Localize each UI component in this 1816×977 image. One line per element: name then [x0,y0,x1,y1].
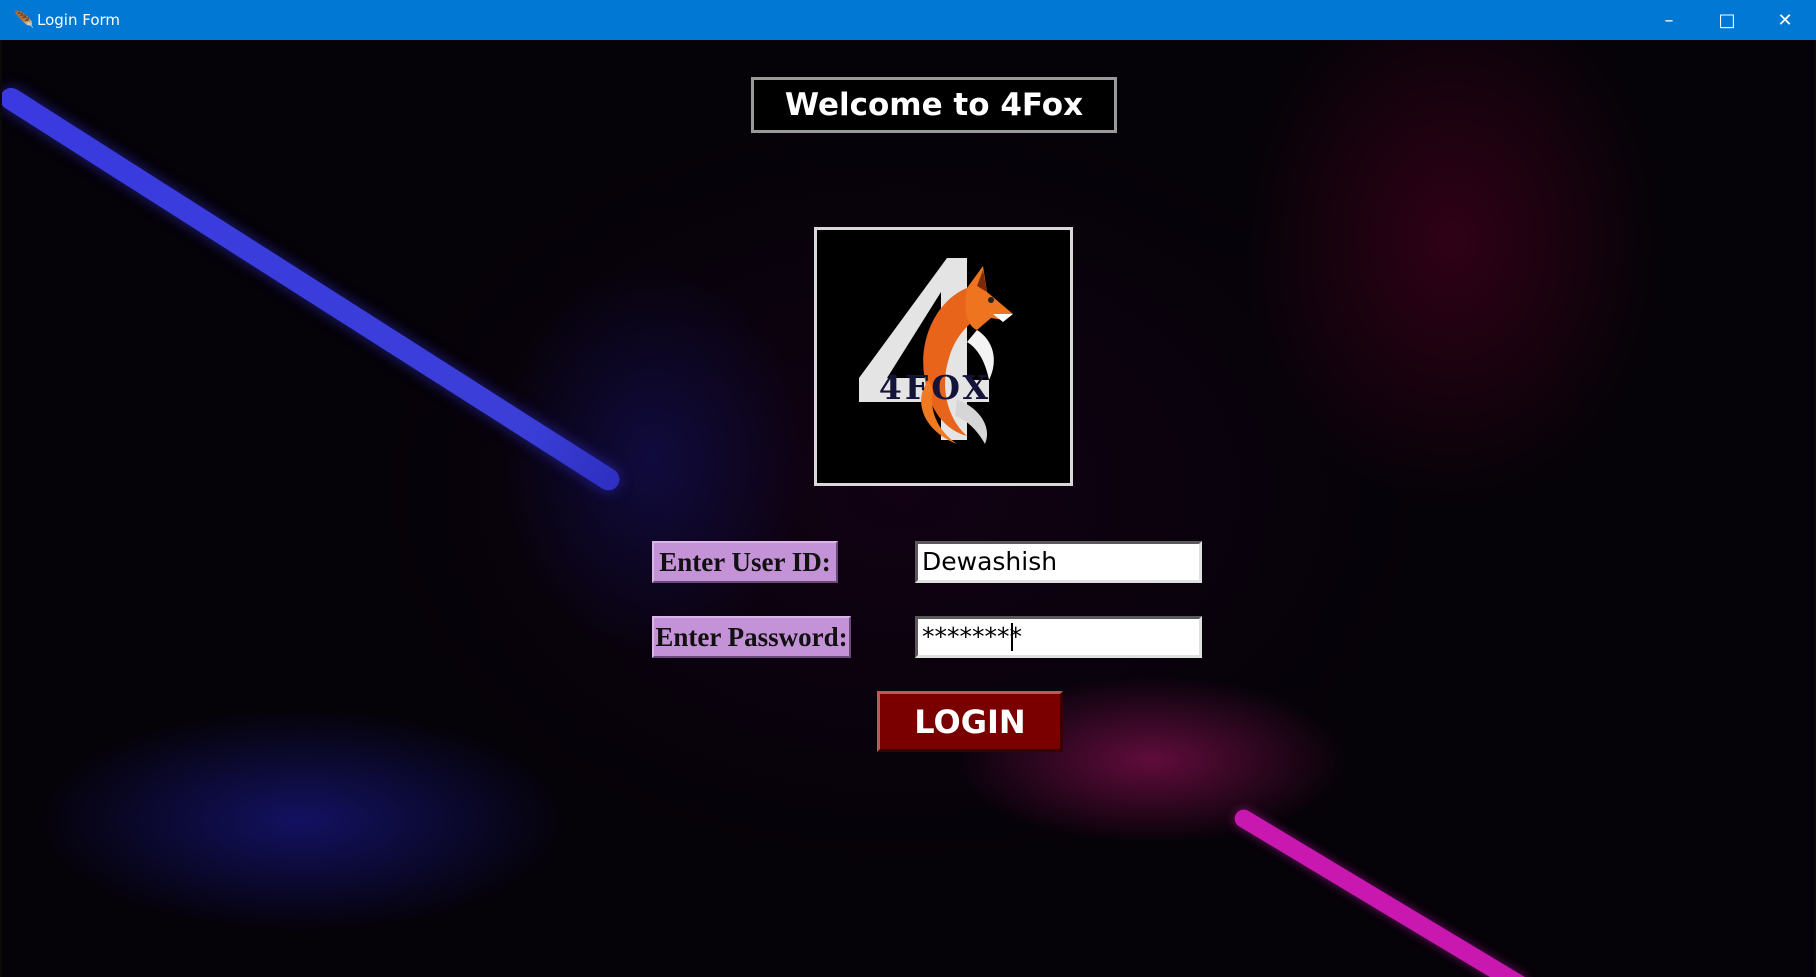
user-id-label: Enter User ID: [652,541,838,583]
password-label: Enter Password: [652,616,851,658]
pink-light-streak [1231,806,1533,977]
close-icon: ✕ [1777,9,1793,31]
minimize-icon: – [1664,9,1674,31]
fox-logo-icon [859,258,1013,444]
login-button[interactable]: LOGIN [877,691,1063,752]
maximize-icon: □ [1718,9,1736,31]
logo-wordmark: 4FOX [878,368,992,407]
maximize-button[interactable]: □ [1698,0,1756,40]
window-title: Login Form [37,11,121,29]
close-button[interactable]: ✕ [1756,0,1814,40]
logo-frame: 4FOX [814,227,1073,486]
feather-icon: 🪶 [14,12,34,29]
text-caret [1011,623,1013,651]
title-bar: 🪶 Login Form – □ ✕ [0,0,1816,40]
blue-light-streak [2,83,624,495]
welcome-banner: Welcome to 4Fox [751,77,1117,133]
background-canvas [2,40,1814,977]
minimize-button[interactable]: – [1640,0,1698,40]
password-input[interactable]: ******** [915,616,1202,658]
user-id-input[interactable]: Dewashish [915,541,1202,583]
